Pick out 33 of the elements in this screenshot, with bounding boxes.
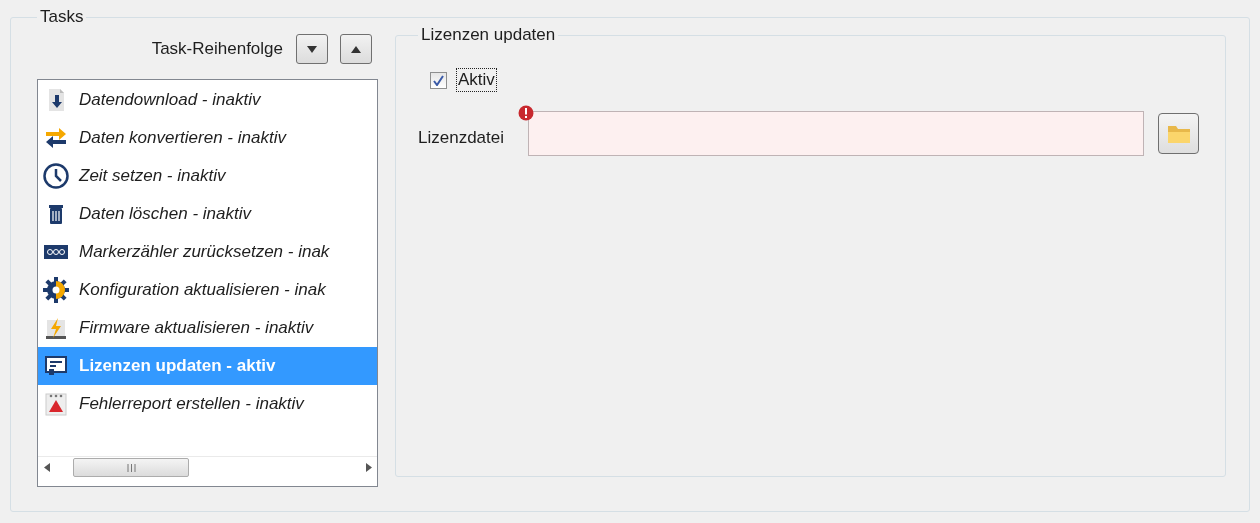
lightning-drive-icon [44, 316, 68, 340]
task-list-item[interactable]: Firmware aktualisieren - inaktiv [38, 309, 377, 347]
group-title: Lizenzen updaten [420, 25, 557, 45]
task-list-item[interactable]: Fehlerreport erstellen - inaktiv [38, 385, 377, 423]
task-order-label: Task-Reihenfolge [151, 39, 283, 59]
browse-button[interactable] [1158, 113, 1199, 154]
group-title: Tasks [39, 7, 85, 27]
scroll-left-icon[interactable] [43, 463, 50, 472]
task-list-item[interactable]: Daten konvertieren - inaktiv [38, 119, 377, 157]
counter-icon [44, 245, 68, 259]
task-list-item[interactable]: Zeit setzen - inaktiv [38, 157, 377, 195]
scroll-right-icon[interactable] [365, 463, 372, 472]
task-list-item[interactable]: Daten löschen - inaktiv [38, 195, 377, 233]
field-label: Lizenzdatei [418, 127, 505, 148]
license-file-field[interactable] [528, 111, 1144, 156]
error-icon [518, 105, 534, 121]
grip-icon [126, 463, 136, 472]
folder-icon [1166, 123, 1191, 144]
scrollbar-thumb[interactable] [73, 458, 189, 477]
move-down-button[interactable] [296, 34, 328, 64]
trash-icon [48, 203, 64, 225]
checkbox-label: Aktiv [456, 68, 497, 92]
active-checkbox[interactable] [430, 71, 447, 89]
task-list-item[interactable]: Konfiguration aktualisieren - inak [38, 271, 377, 309]
move-up-button[interactable] [340, 34, 372, 64]
swap-arrows-icon [44, 126, 68, 150]
certificate-icon [45, 356, 67, 376]
checkmark-icon [433, 74, 444, 86]
clock-icon [43, 163, 69, 189]
warning-report-icon [45, 392, 67, 416]
task-list-item[interactable]: Markerzähler zurücksetzen - inak [38, 233, 377, 271]
horizontal-scrollbar[interactable] [38, 456, 377, 478]
task-list-item[interactable]: Datendownload - inaktiv [38, 81, 377, 119]
